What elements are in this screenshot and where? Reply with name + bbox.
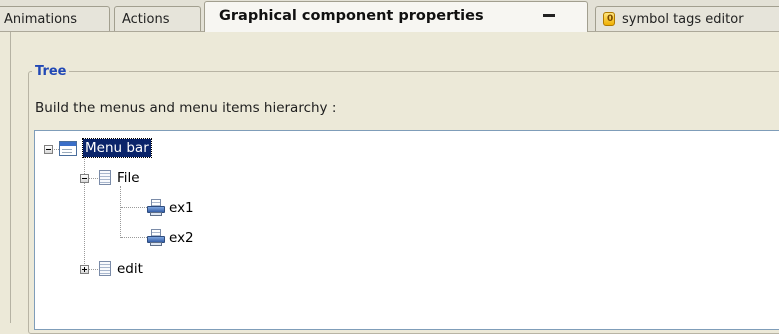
tab-animations-label: Animations [4,12,78,27]
tree-node-ex1[interactable]: ex1 [169,199,194,217]
tree-node-edit[interactable]: edit [117,260,143,278]
minus-glyph [82,178,87,179]
editor-tab-strip: Animations Actions 0 symbol tags editor … [0,0,779,32]
tab-animations[interactable]: Animations [0,6,110,31]
menu-bar-icon [59,141,77,156]
tree-connector [121,237,147,239]
tree-node-file[interactable]: File [117,169,140,187]
panel-left-border [10,32,11,323]
tab-actions[interactable]: Actions [114,6,201,31]
menu-item-icon-tray [150,212,162,216]
tag-icon: 0 [603,12,615,26]
menu-item-icon [147,229,165,246]
tree-node-menu-bar[interactable]: Menu bar [82,138,152,158]
menu-item-icon-tray [150,242,162,246]
plus-glyph-v [84,267,85,272]
tree-instructions: Build the menus and menu items hierarchy… [35,100,337,116]
tab-actions-label: Actions [122,12,170,27]
menu-icon [99,261,111,276]
tab-graphical-component-properties[interactable]: Graphical component properties [204,1,588,32]
menu-item-icon [147,199,165,216]
tree-connector [52,149,59,151]
tree-connector [89,269,98,271]
tree-connector [120,186,122,238]
tree-node-ex2[interactable]: ex2 [169,229,194,247]
tab-symbol-tags-editor[interactable]: 0 symbol tags editor [595,6,779,31]
tag-icon-digit: 0 [607,14,614,24]
collapse-toggle-menu-bar[interactable] [44,145,53,154]
tab-symbol-tags-editor-label: symbol tags editor [622,12,744,27]
minus-glyph [46,149,51,150]
menu-tree-view[interactable]: Menu bar File ex1 ex2 edit [34,130,779,330]
collapse-toggle-file[interactable] [80,174,89,183]
menu-icon [99,170,111,185]
tree-connector [121,207,147,209]
tree-connector [89,178,98,180]
minimize-icon[interactable] [543,14,555,17]
tab-graphical-component-properties-label: Graphical component properties [219,8,484,24]
tree-connector [84,155,86,270]
tree-group-title: Tree [35,64,67,79]
expand-toggle-edit[interactable] [80,265,89,274]
